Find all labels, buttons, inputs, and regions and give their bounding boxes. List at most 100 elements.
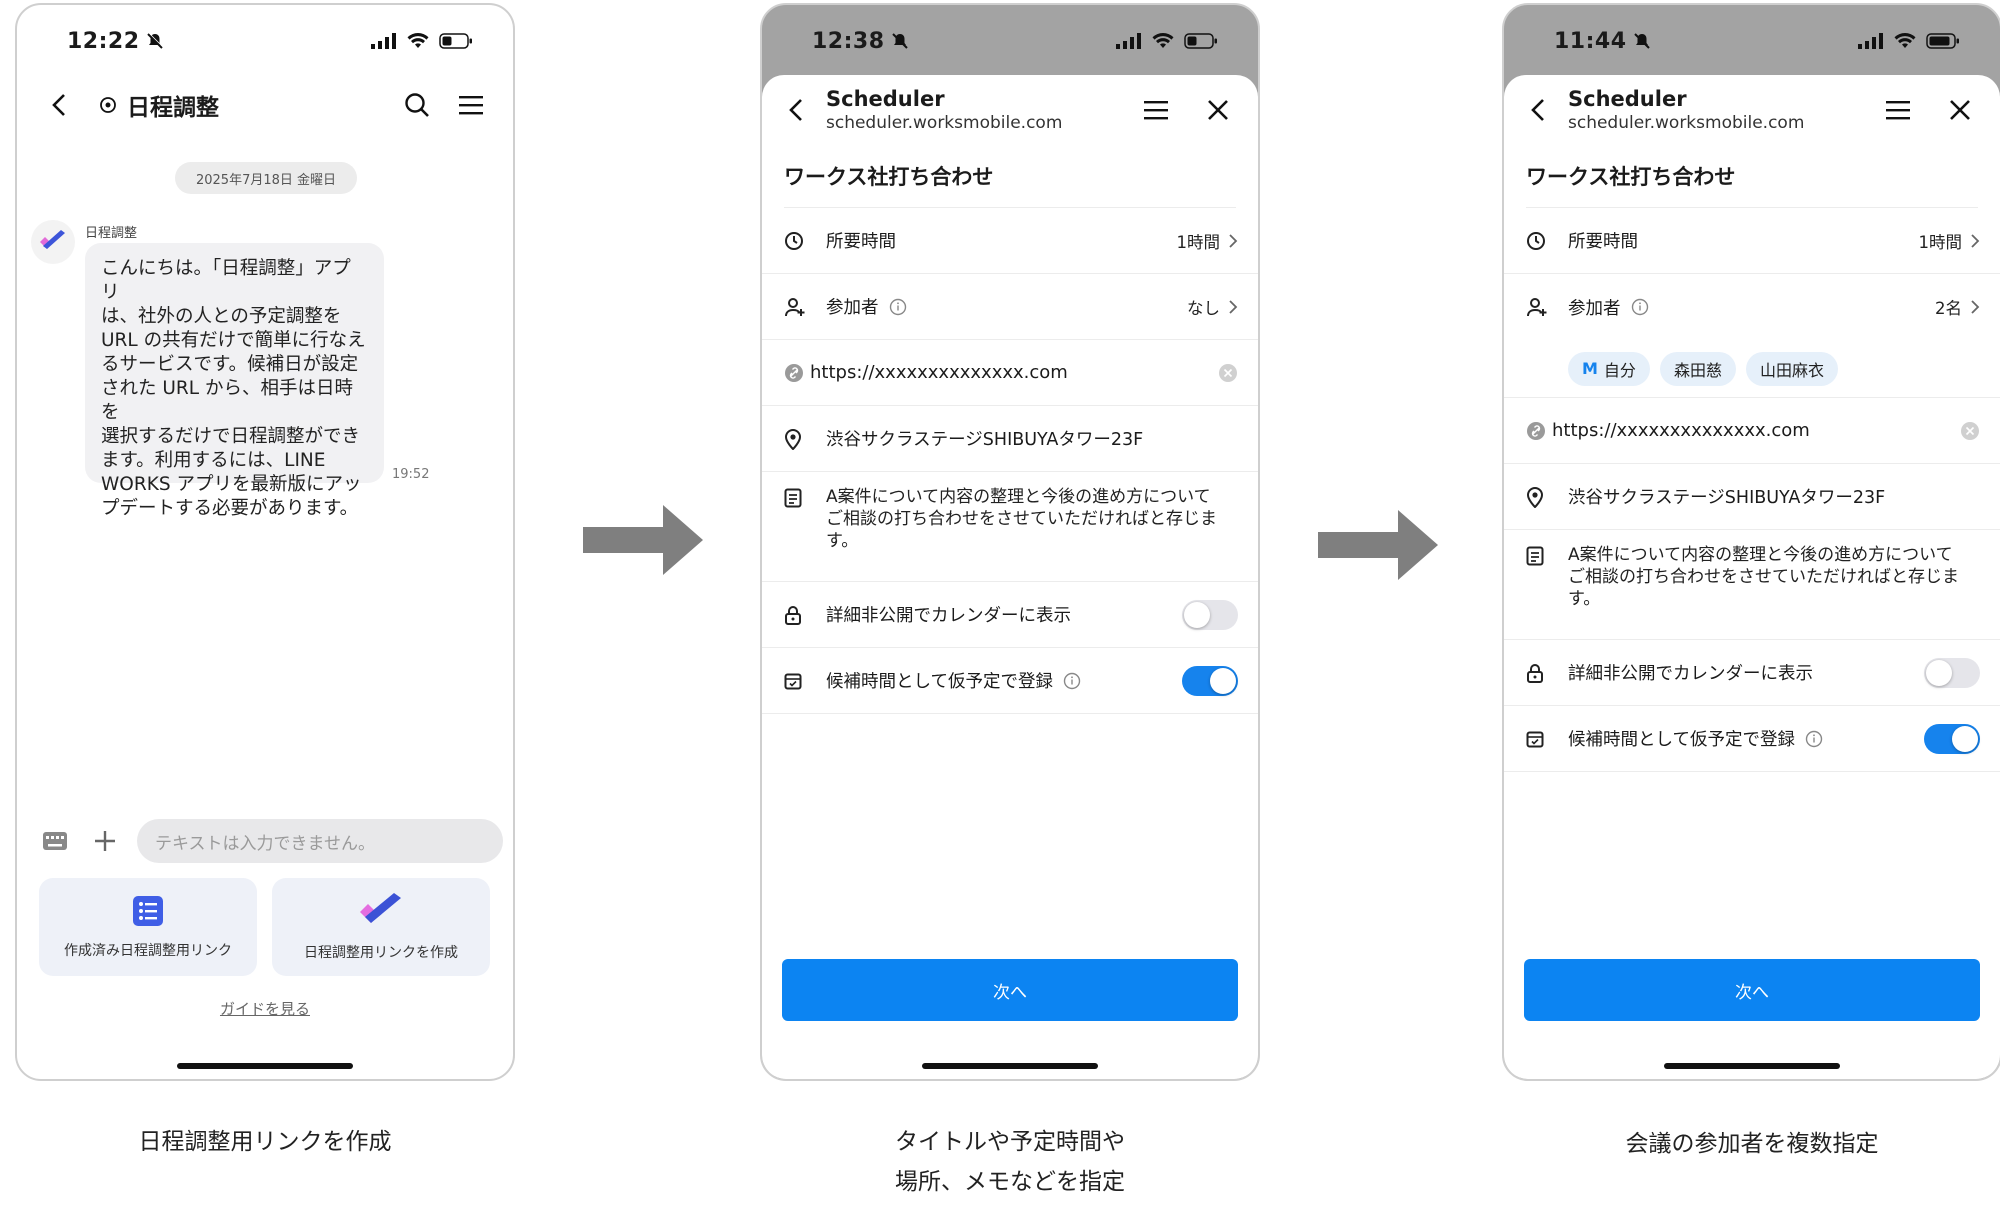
memo-line: A案件について内容の整理と今後の進め方について (826, 487, 1211, 507)
keyboard-button[interactable] (37, 819, 73, 863)
chevron-right-icon (1971, 300, 1980, 314)
message-line: された URL から、相手は日時を (101, 378, 353, 423)
caption-step-1: 日程調整用リンクを作成 (138, 1129, 392, 1155)
signal-icon (1116, 33, 1141, 49)
search-button[interactable] (395, 83, 439, 127)
wifi-icon (1894, 33, 1916, 48)
home-indicator (1664, 1063, 1840, 1069)
memo-row[interactable]: A案件について内容の整理と今後の進め方について ご相談の打ち合わせをさせていただ… (762, 472, 1258, 582)
link-icon (1527, 421, 1545, 440)
tentative-row: 候補時間として仮予定で登録 (762, 648, 1258, 714)
location-row[interactable]: 渋谷サクラステージSHIBUYAタワー23F (762, 406, 1258, 472)
tentative-row: 候補時間として仮予定で登録 (1504, 706, 2000, 772)
attendee-chip-self[interactable]: M 自分 (1568, 351, 1650, 386)
create-link-button[interactable]: 日程調整用リンクを作成 (272, 878, 490, 976)
event-title[interactable]: ワークス社打ち合わせ (762, 145, 1258, 207)
tentative-toggle[interactable] (1924, 723, 1980, 754)
calendar-check-icon (784, 673, 802, 689)
message-input-placeholder: テキストは入力できません。 (155, 833, 375, 854)
close-icon (1950, 100, 1970, 120)
menu-button[interactable] (1876, 88, 1920, 132)
clock-icon (785, 231, 803, 250)
attendee-chip[interactable]: 山田麻衣 (1745, 351, 1838, 386)
home-indicator (922, 1063, 1098, 1069)
close-button[interactable] (1938, 88, 1982, 132)
battery-icon (439, 33, 472, 49)
keyboard-icon (43, 832, 67, 850)
created-links-button[interactable]: 作成済み日程調整用リンク (39, 878, 257, 976)
phone-scheduler-attendees: 11:44 Scheduler scheduler.worksmobile.co… (1502, 3, 2000, 1081)
attendee-chip[interactable]: 森田慈 (1659, 351, 1736, 386)
composer: テキストは入力できません。 (37, 819, 503, 863)
chevron-left-icon (789, 99, 802, 121)
back-button[interactable] (37, 83, 81, 127)
location-text: 渋谷サクラステージSHIBUYAタワー23F (1568, 488, 1886, 508)
hamburger-menu-icon (459, 96, 483, 115)
next-button[interactable]: 次へ (782, 959, 1238, 1021)
duration-row[interactable]: 所要時間 1時間 (762, 208, 1258, 274)
right-arrow-icon (583, 505, 703, 575)
caption-line: 場所、メモなどを指定 (895, 1169, 1125, 1195)
message-input[interactable]: テキストは入力できません。 (137, 819, 503, 863)
right-arrow-icon (1318, 510, 1438, 580)
app-title: Scheduler (1568, 87, 1687, 111)
add-button[interactable] (87, 819, 123, 863)
memo-line: ご相談の打ち合わせをさせていただければと存じま (826, 509, 1217, 529)
private-toggle[interactable] (1924, 657, 1980, 688)
memo-icon (1526, 546, 1544, 566)
guide-link[interactable]: ガイドを見る (17, 998, 513, 1019)
scheduler-logo-icon (40, 230, 65, 249)
info-icon[interactable] (1805, 730, 1823, 748)
tentative-toggle[interactable] (1182, 665, 1238, 696)
sheet-header: Scheduler scheduler.worksmobile.com (762, 75, 1258, 145)
menu-button[interactable] (449, 83, 493, 127)
next-button[interactable]: 次へ (1524, 959, 1980, 1021)
message-line: 選択するだけで日程調整ができ (101, 426, 361, 447)
app-url: scheduler.worksmobile.com (1568, 113, 1805, 133)
caption-line: タイトルや予定時間や (895, 1129, 1125, 1155)
back-button[interactable] (1526, 88, 1550, 132)
info-icon[interactable] (1631, 298, 1649, 316)
tentative-label: 候補時間として仮予定で登録 (826, 672, 1053, 692)
duration-row[interactable]: 所要時間 1時間 (1504, 208, 2000, 274)
tentative-label: 候補時間として仮予定で登録 (1568, 730, 1795, 750)
back-button[interactable] (784, 88, 808, 132)
event-title[interactable]: ワークス社打ち合わせ (1504, 145, 2000, 207)
info-icon[interactable] (1063, 672, 1081, 690)
mute-bell-icon (1633, 33, 1650, 49)
clear-icon[interactable] (1960, 421, 1980, 441)
chevron-right-icon (1229, 299, 1238, 314)
signal-icon (1858, 33, 1883, 49)
location-pin-icon (1526, 486, 1544, 508)
add-person-icon (1527, 298, 1547, 317)
clear-icon[interactable] (1218, 363, 1238, 383)
created-links-label: 作成済み日程調整用リンク (64, 943, 232, 959)
location-row[interactable]: 渋谷サクラステージSHIBUYAタワー23F (1504, 464, 2000, 530)
attendee-name: 自分 (1603, 360, 1636, 380)
info-icon[interactable] (889, 298, 907, 316)
add-person-icon (785, 297, 805, 316)
mute-bell-icon (146, 32, 163, 49)
attendee-name: 山田麻衣 (1759, 360, 1824, 380)
attendees-row[interactable]: 参加者 なし (762, 274, 1258, 340)
attendees-value: 2名 (1935, 299, 1962, 318)
url-row[interactable]: https://xxxxxxxxxxxxxx.com (1504, 398, 2000, 464)
url-field: https://xxxxxxxxxxxxxx.com (1552, 420, 1810, 441)
close-button[interactable] (1196, 88, 1240, 132)
private-toggle[interactable] (1182, 599, 1238, 630)
memo-row[interactable]: A案件について内容の整理と今後の進め方について ご相談の打ち合わせをさせていただ… (1504, 530, 2000, 640)
attendees-row[interactable]: 参加者 2名 (1504, 274, 2000, 340)
chat-title: 日程調整 (127, 95, 219, 121)
date-separator: 2025年7月18日 金曜日 (175, 162, 357, 194)
message-timestamp: 19:52 (392, 467, 430, 482)
bot-name: 日程調整 (85, 226, 138, 241)
url-field: https://xxxxxxxxxxxxxx.com (810, 362, 1068, 383)
app-url: scheduler.worksmobile.com (826, 113, 1063, 133)
hamburger-menu-icon (1144, 101, 1168, 120)
home-indicator (177, 1063, 353, 1069)
menu-button[interactable] (1134, 88, 1178, 132)
bot-badge-icon (100, 97, 116, 113)
url-row[interactable]: https://xxxxxxxxxxxxxx.com (762, 340, 1258, 406)
list-document-icon (133, 896, 163, 926)
duration-label: 所要時間 (1568, 232, 1638, 252)
